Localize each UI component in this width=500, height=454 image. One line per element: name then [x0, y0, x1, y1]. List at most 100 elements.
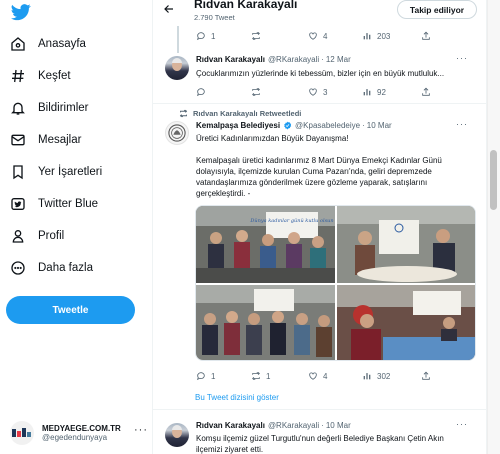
nav-item-home[interactable]: Anasayfa	[10, 33, 86, 55]
verified-badge-icon	[284, 121, 292, 130]
heart-icon	[309, 32, 317, 40]
scrollbar-thumb[interactable]	[490, 150, 497, 210]
author-handle[interactable]: @RKarakayali	[268, 55, 319, 64]
like-count: 4	[323, 31, 328, 41]
retweet-icon	[179, 109, 188, 118]
tweet-date[interactable]: 10 Mar	[326, 421, 351, 430]
like-button[interactable]: 4	[308, 371, 327, 381]
nav-item-more[interactable]: Daha fazla	[10, 257, 93, 279]
mail-icon	[11, 134, 25, 146]
heart-icon	[309, 88, 317, 96]
retweet-icon	[252, 87, 260, 97]
retweet-icon	[252, 371, 260, 381]
divider	[153, 103, 486, 104]
avatar[interactable]	[165, 121, 189, 145]
reply-button[interactable]: 1	[196, 371, 215, 381]
retweeted-by-label: Rıdvan Karakayalı Retweetledi	[193, 109, 302, 118]
more-icon[interactable]: ···	[456, 53, 468, 63]
nav-label-notifications: Bildirimler	[38, 102, 89, 114]
nav-label-twitter-blue: Twitter Blue	[38, 198, 99, 210]
tweet-photo[interactable]	[337, 285, 475, 360]
author-name[interactable]: Rıdvan Karakayalı	[196, 421, 265, 430]
medyaege-logo-icon	[12, 428, 31, 437]
share-button[interactable]	[421, 87, 436, 97]
share-button[interactable]	[421, 371, 436, 381]
page-title: Rıdvan Karakayalı	[194, 0, 298, 11]
reply-icon	[196, 372, 205, 381]
views-icon	[363, 373, 371, 380]
retweet-icon	[252, 31, 260, 41]
back-arrow-icon[interactable]	[163, 3, 175, 15]
tweet-count: 2.790 Tweet	[194, 13, 235, 22]
retweet-button[interactable]: 1	[251, 371, 270, 381]
views-button[interactable]: 203	[362, 31, 390, 41]
avatar[interactable]	[165, 423, 189, 447]
thread-line	[177, 26, 179, 53]
tweet-photo[interactable]	[337, 206, 475, 283]
like-count: 4	[323, 371, 328, 381]
nav-label-bookmarks: Yer İşaretleri	[38, 166, 103, 178]
left-sidebar: Anasayfa Keşfet Bildirimler Mesajlar Yer…	[0, 0, 153, 454]
account-handle: @egedendunyaya	[42, 433, 108, 442]
heart-icon	[309, 372, 317, 380]
views-button[interactable]: 92	[362, 87, 386, 97]
separator-dot: ·	[321, 421, 324, 430]
tweet-photo[interactable]: Dünya kadınlar günü kutlu olsun	[196, 206, 335, 283]
share-button[interactable]	[421, 31, 436, 41]
reply-count: 1	[211, 31, 216, 41]
tweet-headline: Üretici Kadınlarımızdan Büyük Dayanışma!	[196, 134, 349, 143]
more-icon[interactable]: ···	[456, 119, 468, 129]
nav-item-profile[interactable]: Profil	[10, 225, 64, 247]
reply-button[interactable]	[196, 87, 211, 97]
more-icon[interactable]: ···	[456, 419, 468, 429]
like-button[interactable]: 4	[308, 31, 327, 41]
views-count: 92	[377, 87, 386, 97]
author-name[interactable]: Kemalpaşa Belediyesi	[196, 121, 280, 130]
nav-label-profile: Profil	[38, 230, 65, 242]
avatar[interactable]	[165, 56, 189, 80]
nav-label-more: Daha fazla	[38, 262, 93, 274]
nav-item-bookmarks[interactable]: Yer İşaretleri	[10, 161, 102, 183]
views-button[interactable]: 302	[362, 371, 390, 381]
views-count: 302	[377, 371, 391, 381]
tweet-header: Rıdvan Karakayalı @RKarakayali · 10 Mar	[196, 421, 351, 430]
tweet-date[interactable]: 12 Mar	[326, 55, 351, 64]
nav-label-messages: Mesajlar	[38, 134, 82, 146]
nav-label-home: Anasayfa	[38, 38, 86, 50]
tweet-body-line: dolayısıyla, ilçemizde kurulan Cuma Paza…	[196, 167, 432, 176]
tweet-text: Çocuklarımızın yüzlerinde ki tebessüm, b…	[196, 69, 445, 78]
nav-item-explore[interactable]: Keşfet	[10, 65, 71, 87]
twitter-bird-icon[interactable]	[10, 2, 32, 22]
tweet-photo[interactable]	[196, 285, 335, 360]
tweet-date[interactable]: 10 Mar	[367, 121, 392, 130]
author-name[interactable]: Rıdvan Karakayalı	[196, 55, 265, 64]
tweet-body-line: vatandaşlarımıza gönderilmek üzere gözle…	[196, 178, 428, 187]
separator-dot: ·	[321, 55, 324, 64]
reply-button[interactable]: 1	[196, 31, 215, 41]
retweet-context[interactable]: Rıdvan Karakayalı Retweetledi	[179, 109, 301, 118]
account-switcher[interactable]: MEDYAEGE.COM.TR @egedendunyaya ···	[10, 418, 150, 448]
kemalpasa-seal-icon	[168, 124, 186, 142]
reply-icon	[196, 32, 205, 41]
person-icon	[12, 230, 24, 243]
author-handle[interactable]: @RKarakayali	[268, 421, 319, 430]
following-button[interactable]: Takip ediliyor	[397, 0, 477, 19]
tweet-media-grid: Dünya kadınlar günü kutlu olsun	[195, 205, 476, 361]
author-handle[interactable]: @Kpasabeledeiye	[295, 121, 360, 130]
home-icon	[11, 37, 25, 51]
tweet-header: Kemalpaşa Belediyesi @Kpasabeledeiye · 1…	[196, 121, 392, 130]
retweet-button[interactable]	[251, 87, 266, 97]
scrollbar[interactable]	[487, 0, 500, 454]
like-button[interactable]: 3	[308, 87, 327, 97]
nav-item-notifications[interactable]: Bildirimler	[10, 97, 88, 119]
nav-item-messages[interactable]: Mesajlar	[10, 129, 81, 151]
more-icon[interactable]: ···	[134, 424, 148, 436]
nav-item-twitter-blue[interactable]: Twitter Blue	[10, 193, 98, 215]
retweet-button[interactable]	[251, 31, 266, 41]
nav-label-explore: Keşfet	[38, 70, 71, 82]
views-icon	[363, 89, 371, 96]
tweet-button[interactable]: Tweetle	[6, 296, 135, 324]
timeline: Rıdvan Karakayalı 2.790 Tweet Takip edil…	[153, 0, 487, 454]
show-thread-link[interactable]: Bu Tweet dizisini göster	[195, 393, 279, 402]
reply-count: 1	[211, 371, 216, 381]
